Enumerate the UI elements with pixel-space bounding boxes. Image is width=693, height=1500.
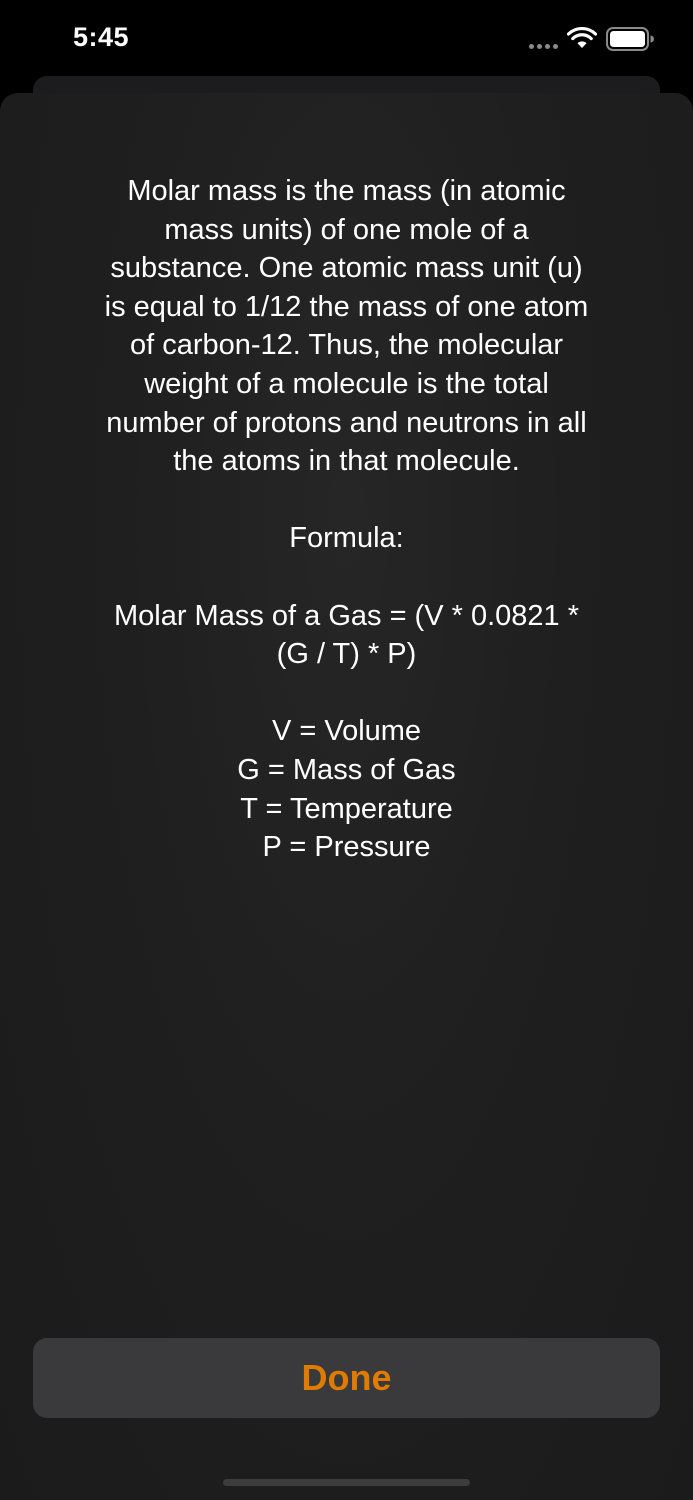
done-button[interactable]: Done — [33, 1338, 660, 1418]
home-indicator[interactable] — [223, 1479, 470, 1486]
screen: 5:45 Molar mass is the mass (in atomic m… — [0, 0, 693, 1500]
battery-icon — [606, 27, 654, 51]
signal-dots-icon — [529, 44, 558, 49]
wifi-icon — [567, 27, 597, 48]
status-bar: 5:45 — [0, 0, 693, 80]
status-time: 5:45 — [73, 22, 130, 52]
molar-mass-info-text: Molar mass is the mass (in atomic mass u… — [104, 175, 589, 864]
